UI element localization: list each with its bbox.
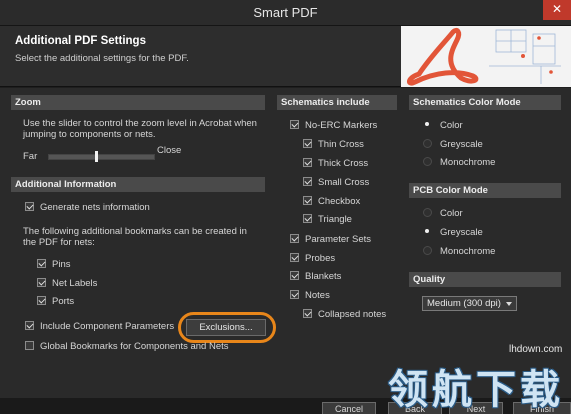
quality-select[interactable]: Medium (300 dpi) bbox=[422, 296, 517, 311]
zoom-description-line1: Use the slider to control the zoom level… bbox=[23, 118, 257, 129]
checkbox-icon bbox=[303, 139, 312, 148]
chevron-down-icon bbox=[506, 302, 512, 306]
include-component-parameters-checkbox[interactable]: Include Component Parameters bbox=[25, 321, 174, 335]
checkbox-icon bbox=[290, 271, 299, 280]
probes-checkbox[interactable]: Probes bbox=[290, 253, 335, 267]
schematics-monochrome-radio[interactable]: Monochrome bbox=[423, 157, 495, 171]
window-title: Smart PDF bbox=[253, 5, 318, 20]
quality-selected-value: Medium (300 dpi) bbox=[427, 298, 501, 309]
thin-cross-checkbox[interactable]: Thin Cross bbox=[303, 139, 364, 153]
close-button[interactable]: ✕ bbox=[543, 0, 571, 20]
bookmarks-description-line1: The following additional bookmarks can b… bbox=[23, 226, 247, 237]
zoom-close-label: Close bbox=[157, 145, 182, 156]
acrobat-logo-icon bbox=[407, 27, 561, 86]
radio-unselected-icon bbox=[423, 208, 432, 217]
watermark-site: lhdown.com bbox=[509, 344, 563, 355]
small-cross-checkbox[interactable]: Small Cross bbox=[303, 177, 369, 191]
checkbox-icon bbox=[25, 321, 34, 330]
ports-checkbox[interactable]: Ports bbox=[37, 296, 74, 310]
checkbox-icon bbox=[290, 120, 299, 129]
global-bookmarks-checkbox[interactable]: Global Bookmarks for Components and Nets bbox=[25, 341, 229, 355]
parameter-sets-checkbox[interactable]: Parameter Sets bbox=[290, 234, 371, 248]
radio-unselected-icon bbox=[423, 157, 432, 166]
radio-selected-icon bbox=[423, 120, 432, 129]
checkbox-marker-checkbox[interactable]: Checkbox bbox=[303, 196, 360, 210]
pcb-color-radio[interactable]: Color bbox=[423, 208, 463, 222]
checkbox-icon bbox=[37, 278, 46, 287]
blankets-checkbox[interactable]: Blankets bbox=[290, 271, 341, 285]
wizard-header: Additional PDF Settings Select the addit… bbox=[0, 26, 571, 87]
zoom-slider-thumb[interactable] bbox=[95, 151, 98, 162]
schematics-greyscale-radio[interactable]: Greyscale bbox=[423, 139, 483, 153]
page-title: Additional PDF Settings bbox=[15, 35, 146, 47]
checkbox-icon bbox=[290, 234, 299, 243]
exclusions-button[interactable]: Exclusions... bbox=[186, 319, 266, 336]
pcb-color-mode-section-header: PCB Color Mode bbox=[409, 183, 561, 198]
triangle-checkbox[interactable]: Triangle bbox=[303, 214, 352, 228]
quality-section-header: Quality bbox=[409, 272, 561, 287]
watermark-logo: 领航下载 bbox=[388, 367, 564, 413]
radio-unselected-icon bbox=[423, 139, 432, 148]
collapsed-notes-checkbox[interactable]: Collapsed notes bbox=[303, 309, 386, 323]
checkbox-icon bbox=[303, 214, 312, 223]
pdf-logo-banner bbox=[401, 26, 571, 87]
no-erc-markers-checkbox[interactable]: No-ERC Markers bbox=[290, 120, 377, 134]
checkbox-icon bbox=[37, 259, 46, 268]
pcb-monochrome-radio[interactable]: Monochrome bbox=[423, 246, 495, 260]
generate-nets-checkbox[interactable]: Generate nets information bbox=[25, 202, 150, 216]
checkbox-icon bbox=[37, 296, 46, 305]
radio-unselected-icon bbox=[423, 246, 432, 255]
checkbox-icon bbox=[290, 290, 299, 299]
net-labels-checkbox[interactable]: Net Labels bbox=[37, 278, 97, 292]
checkbox-icon bbox=[303, 309, 312, 318]
additional-info-section-header: Additional Information bbox=[11, 177, 265, 192]
checkbox-icon bbox=[303, 196, 312, 205]
zoom-description-line2: jumping to components or nets. bbox=[23, 129, 156, 140]
title-bar: Smart PDF ✕ bbox=[0, 0, 571, 26]
schematics-color-mode-section-header: Schematics Color Mode bbox=[409, 95, 561, 110]
schematics-color-radio[interactable]: Color bbox=[423, 120, 463, 134]
cancel-button[interactable]: Cancel bbox=[322, 402, 376, 414]
checkbox-icon bbox=[303, 158, 312, 167]
bookmarks-description-line2: the PDF for nets: bbox=[23, 237, 95, 248]
zoom-far-label: Far bbox=[23, 151, 38, 162]
pins-checkbox[interactable]: Pins bbox=[37, 259, 70, 273]
thick-cross-checkbox[interactable]: Thick Cross bbox=[303, 158, 368, 172]
schematics-include-section-header: Schematics include bbox=[277, 95, 397, 110]
radio-selected-icon bbox=[423, 227, 432, 236]
checkbox-icon bbox=[290, 253, 299, 262]
pcb-greyscale-radio[interactable]: Greyscale bbox=[423, 227, 483, 241]
notes-checkbox[interactable]: Notes bbox=[290, 290, 330, 304]
checkbox-icon bbox=[25, 341, 34, 350]
checkbox-icon bbox=[303, 177, 312, 186]
zoom-slider-track[interactable] bbox=[48, 154, 155, 160]
page-subtitle: Select the additional settings for the P… bbox=[15, 53, 189, 64]
checkbox-icon bbox=[25, 202, 34, 211]
zoom-section-header: Zoom bbox=[11, 95, 265, 110]
